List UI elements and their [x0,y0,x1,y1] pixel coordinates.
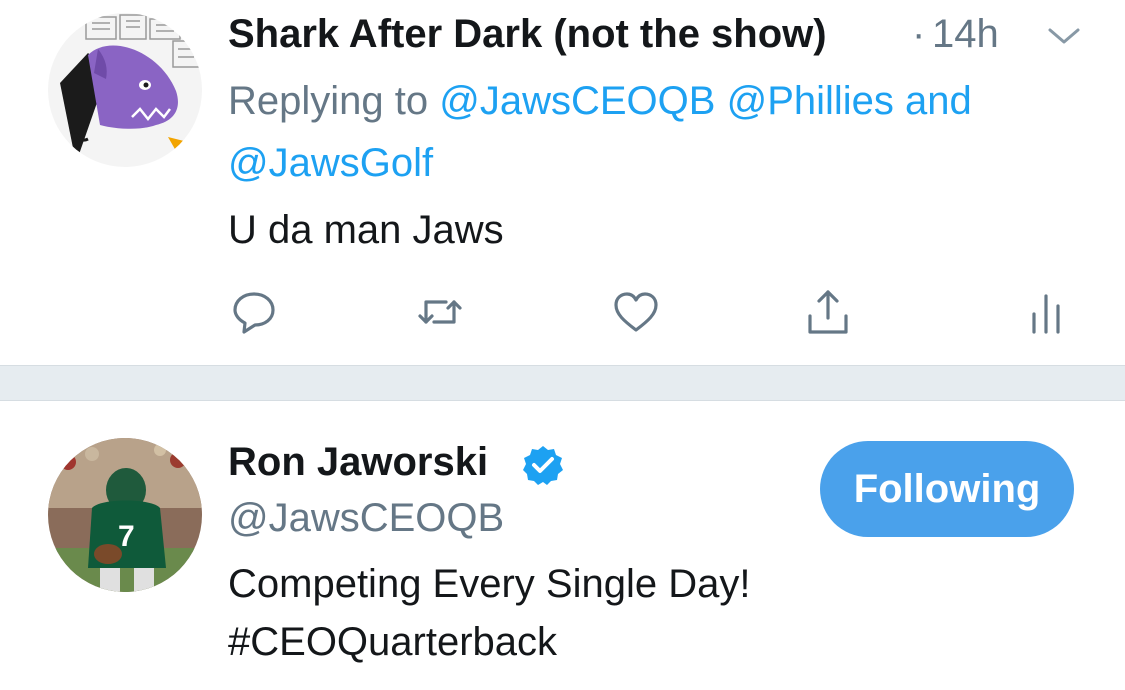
share-icon[interactable] [804,288,852,336]
replying-to-line: Replying to @JawsCEOQB @Phillies and @Ja… [228,70,1088,194]
reply-icon[interactable] [230,288,278,336]
bio-line: Competing Every Single Day! [228,562,751,606]
chevron-down-icon[interactable] [1044,24,1084,48]
svg-text:7: 7 [118,520,135,553]
following-button[interactable]: Following [820,441,1074,537]
profile-handle[interactable]: @JawsCEOQB [228,496,504,541]
author-display-name[interactable]: Shark After Dark (not the show) [228,12,827,57]
mention-joiner: and [905,79,972,123]
replying-prefix: Replying to [228,79,429,123]
tweet-timestamp[interactable]: 14h [932,12,999,57]
profile-avatar[interactable]: 7 [48,438,202,592]
retweet-icon[interactable] [416,288,464,336]
bio-hashtag: #CEOQuarterback [228,620,558,664]
mention-link[interactable]: @JawsCEOQB [439,79,715,123]
like-icon[interactable] [612,288,660,336]
reply-tweet[interactable]: Shark After Dark (not the show) · 14h Re… [0,0,1125,365]
tweet-text: U da man Jaws [228,208,504,252]
verified-badge-icon [523,446,563,485]
profile-display-name[interactable]: Ron Jaworski [228,440,488,485]
analytics-icon[interactable] [1022,288,1070,336]
profile-bio: Competing Every Single Day! #CEOQuarterb… [228,555,750,671]
mention-link[interactable]: @JawsGolf [228,141,433,185]
tweet-divider [0,365,1125,401]
meta-separator: · [912,12,926,56]
mention-link[interactable]: @Phillies [727,79,894,123]
shark-avatar[interactable] [48,13,202,167]
